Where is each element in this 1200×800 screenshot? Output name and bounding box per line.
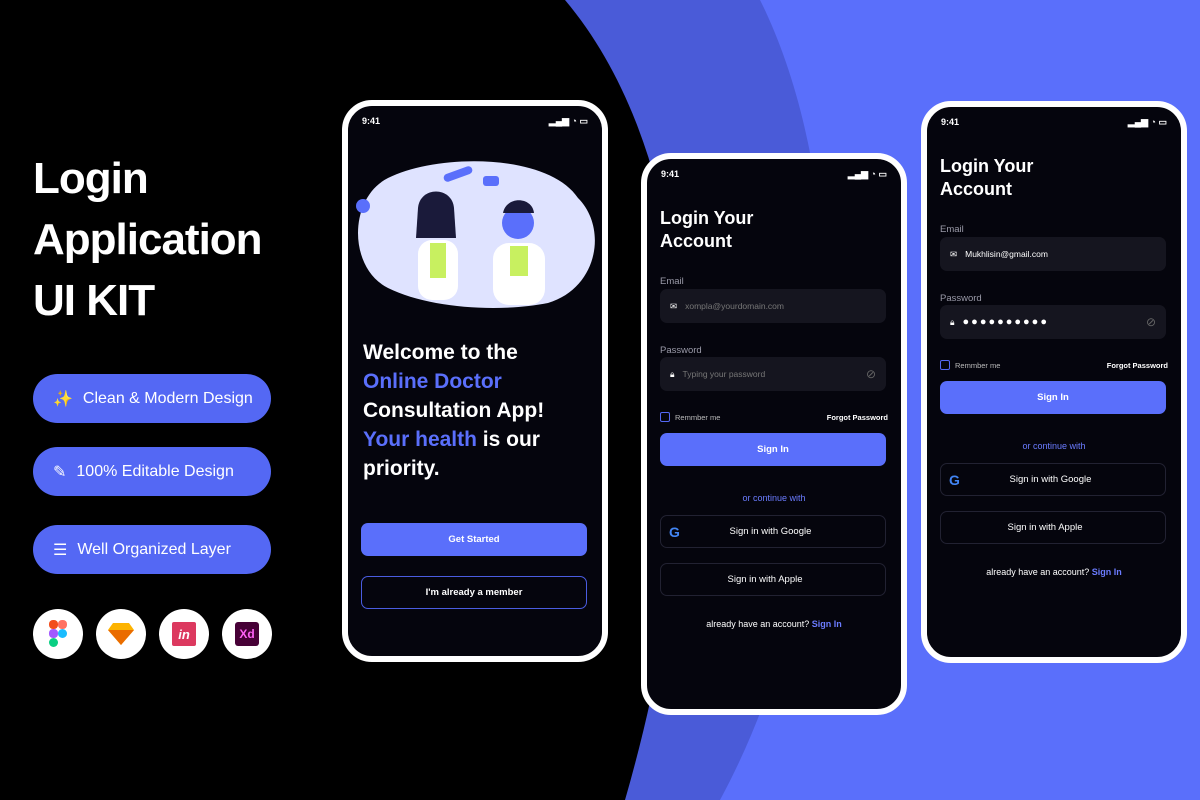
eye-off-icon[interactable]: ⊘	[866, 367, 876, 381]
status-bar: 9:41 ▂▄▆ ◔ ▭	[661, 169, 887, 179]
checkbox-icon	[940, 360, 950, 370]
divider-text: or continue with	[742, 493, 806, 503]
edit-icon: ✎	[53, 463, 67, 481]
email-field[interactable]: ✉ Mukhlisin@gmail.com	[940, 237, 1166, 271]
mail-icon: ✉	[670, 300, 678, 311]
google-sign-in-button[interactable]: G Sign in with Google	[940, 463, 1166, 496]
password-label: Password	[660, 345, 702, 356]
already-member-button[interactable]: I'm already a member	[361, 576, 587, 609]
password-label: Password	[940, 293, 982, 304]
lock-icon: 🔒︎	[950, 316, 955, 327]
apple-sign-in-button[interactable]: Sign in with Apple	[940, 511, 1166, 544]
signal-wifi-battery-icon: ▂▄▆ ◔ ▭	[847, 169, 887, 179]
lock-icon: 🔒︎	[670, 368, 675, 379]
remember-checkbox[interactable]: Remmber me	[660, 412, 720, 422]
google-icon: G	[669, 523, 680, 540]
status-bar: 9:41 ▂▄▆ ◔ ▭	[362, 116, 588, 126]
welcome-heading: Welcome to the Online Doctor Consultatio…	[363, 341, 545, 480]
xd-icon: Xd	[222, 609, 272, 659]
doctor-illustration	[356, 161, 595, 308]
feature-pill: ☰ Well Organized Layer	[33, 525, 271, 574]
password-field[interactable]: 🔒︎ ●●●●●●●●●● ⊘	[940, 305, 1166, 339]
email-label: Email	[940, 224, 964, 235]
phone-login-empty: 9:41 ▂▄▆ ◔ ▭ Login Your Account Email ✉ xom…	[641, 153, 907, 715]
sketch-icon	[96, 609, 146, 659]
status-bar: 9:41 ▂▄▆ ◔ ▭	[941, 117, 1167, 127]
sign-in-button[interactable]: Sign In	[940, 381, 1166, 414]
remember-checkbox[interactable]: Remmber me	[940, 360, 1000, 370]
sign-in-link[interactable]: Sign In	[812, 619, 842, 629]
page-title: Login Your Account	[940, 156, 1034, 199]
sign-in-button[interactable]: Sign In	[660, 433, 886, 466]
forgot-password-link[interactable]: Forgot Password	[827, 413, 888, 422]
invision-icon: in	[159, 609, 209, 659]
eye-off-icon[interactable]: ⊘	[1146, 315, 1156, 329]
checkbox-icon	[660, 412, 670, 422]
google-sign-in-button[interactable]: G Sign in with Google	[660, 515, 886, 548]
google-icon: G	[949, 471, 960, 488]
signal-wifi-battery-icon: ▂▄▆ ◔ ▭	[1127, 117, 1167, 127]
get-started-button[interactable]: Get Started	[361, 523, 587, 556]
apple-sign-in-button[interactable]: Sign in with Apple	[660, 563, 886, 596]
phone-login-filled: 9:41 ▂▄▆ ◔ ▭ Login Your Account Email ✉ Muk…	[921, 101, 1187, 663]
hero-title: Login Application UI KIT	[33, 154, 263, 325]
page-title: Login Your Account	[660, 208, 754, 251]
phone-welcome: 9:41 ▂▄▆ ◔ ▭ Welcome to the Online Doctor…	[342, 100, 608, 662]
email-field[interactable]: ✉ xompla@yourdomain.com	[660, 289, 886, 323]
account-prompt: already have an account? Sign In	[986, 567, 1122, 577]
feature-pill: ✨ Clean & Modern Design	[33, 374, 271, 423]
feature-pill: ✎ 100% Editable Design	[33, 447, 271, 496]
password-field[interactable]: 🔒︎ Typing your password ⊘	[660, 357, 886, 391]
forgot-password-link[interactable]: Forgot Password	[1107, 361, 1168, 370]
divider-text: or continue with	[1022, 441, 1086, 451]
layers-icon: ☰	[53, 541, 68, 559]
account-prompt: already have an account? Sign In	[706, 619, 842, 629]
magic-wand-icon: ✨	[53, 390, 73, 408]
signal-wifi-battery-icon: ▂▄▆ ◔ ▭	[548, 116, 588, 126]
figma-icon	[33, 609, 83, 659]
mail-icon: ✉	[950, 248, 958, 259]
email-label: Email	[660, 276, 684, 287]
sign-in-link[interactable]: Sign In	[1092, 567, 1122, 577]
